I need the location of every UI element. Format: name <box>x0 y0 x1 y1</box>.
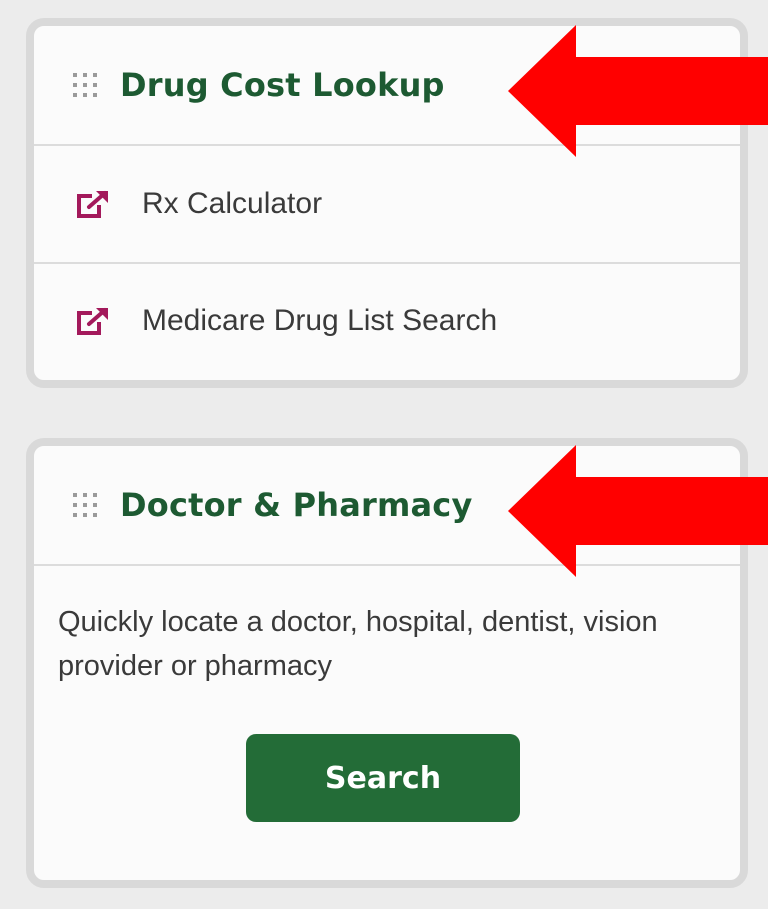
medicare-drug-list-search-link[interactable]: Medicare Drug List Search <box>34 262 740 378</box>
external-link-icon <box>77 191 108 218</box>
drag-handle-icon[interactable] <box>72 72 98 98</box>
drag-handle-icon[interactable] <box>72 492 98 518</box>
medicare-drug-list-search-label: Medicare Drug List Search <box>142 304 498 337</box>
doctor-pharmacy-description: Quickly locate a doctor, hospital, denti… <box>58 606 658 682</box>
red-arrow-annotation-icon <box>508 25 768 157</box>
doctor-pharmacy-title: Doctor & Pharmacy <box>120 486 473 524</box>
drug-cost-lookup-title: Drug Cost Lookup <box>120 66 445 104</box>
search-button[interactable]: Search <box>246 734 520 822</box>
red-arrow-annotation-icon <box>508 445 768 577</box>
external-link-icon <box>77 308 108 335</box>
rx-calculator-link[interactable]: Rx Calculator <box>34 146 740 262</box>
rx-calculator-label: Rx Calculator <box>142 187 323 220</box>
